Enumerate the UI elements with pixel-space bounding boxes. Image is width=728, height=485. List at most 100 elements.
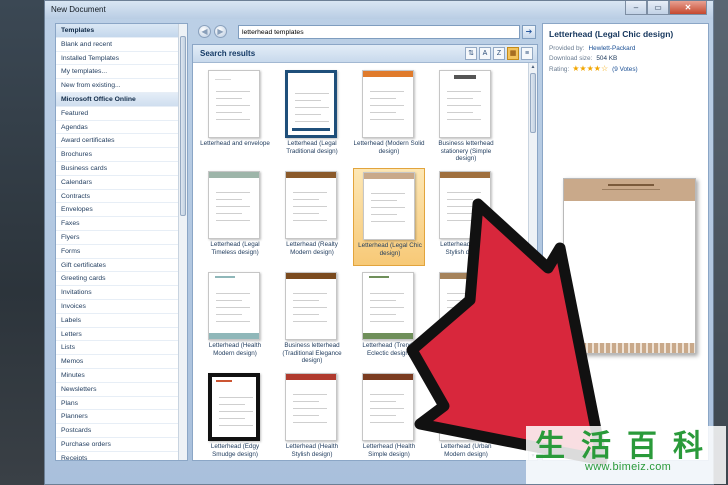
template-label: Business letterhead stationery (Simple d… (438, 140, 494, 162)
close-button[interactable]: ✕ (669, 1, 707, 15)
sidebar-item[interactable]: Planners (56, 410, 187, 425)
template-tile[interactable]: Letterhead (Health Stylish design) (276, 370, 348, 460)
sidebar-item[interactable]: Newsletters (56, 383, 187, 397)
maximize-button[interactable]: ▭ (647, 1, 669, 15)
preview-company-name (608, 184, 654, 186)
template-thumbnail (363, 172, 415, 240)
template-thumbnail (208, 373, 260, 441)
template-tile[interactable]: Letterhead (Realty Modern design) (276, 168, 348, 266)
sidebar-item[interactable]: Calendars (56, 176, 187, 190)
go-arrow-icon[interactable]: ➔ (522, 25, 536, 39)
template-tile[interactable]: Letterhead (Health Modern design) (199, 269, 271, 367)
sidebar-item[interactable]: Forms (56, 245, 187, 259)
sort-az-icon[interactable]: A (479, 47, 491, 60)
template-tile[interactable]: Letterhead (Legal Timeless design) (199, 168, 271, 266)
template-label: Letterhead (Edgy Smudge design) (210, 443, 260, 458)
new-document-dialog: New Document – ▭ ✕ Templates Blank and re… (44, 0, 714, 485)
template-tile[interactable]: Letterhead and envelope (199, 67, 271, 165)
watermark-logo: 生活百科 (535, 429, 703, 461)
sidebar-item[interactable]: New from existing... (56, 79, 187, 93)
watermark-url: www.bimeiz.com (585, 461, 672, 473)
template-label: Letterhead (Health Stylish design) (285, 443, 339, 458)
sidebar-item[interactable]: Award certificates (56, 134, 187, 149)
sidebar-item[interactable]: Letters (56, 328, 187, 342)
sidebar-item[interactable]: Flyers (56, 231, 187, 245)
sidebar-item[interactable]: Receipts (56, 452, 187, 460)
template-tile[interactable]: Letterhead (Weathered Book design) (430, 269, 502, 367)
template-label: Business letterhead (Traditional Eleganc… (282, 342, 342, 364)
download-size-value: 504 KB (596, 55, 618, 62)
sort-za-icon[interactable]: Z (493, 47, 505, 60)
sidebar-item[interactable]: Purchase orders (56, 438, 187, 452)
sidebar-item[interactable]: Faxes (56, 217, 187, 231)
sidebar-item[interactable]: My templates... (56, 65, 187, 80)
template-tile[interactable]: Letterhead (Trendy Eclectic design) (353, 269, 425, 367)
search-input[interactable] (238, 25, 520, 39)
detail-view-icon[interactable]: ≡ (521, 47, 533, 60)
template-tile[interactable]: Business letterhead stationery (Simple d… (430, 67, 502, 165)
template-label: Letterhead (Legal Timeless design) (210, 241, 260, 256)
category-items: Templates Blank and recent Installed Templ… (56, 24, 187, 460)
thumbnail-view-icon[interactable]: ▦ (507, 47, 519, 60)
sidebar-item[interactable]: Memos (56, 355, 187, 369)
template-tile[interactable]: Letterhead (Health Simple design) (353, 370, 425, 460)
template-tile[interactable]: Letterhead (Modern Solid design) (353, 67, 425, 165)
template-tile[interactable]: Letterhead (Realty Stylish design) (430, 168, 502, 266)
template-preview (563, 178, 696, 354)
sidebar-scroll-thumb[interactable] (180, 36, 186, 216)
template-details-panel: Letterhead (Legal Chic design) Provided … (542, 23, 709, 461)
template-thumbnail (208, 70, 260, 138)
sidebar-scrollbar[interactable] (178, 24, 187, 460)
forward-arrow-icon[interactable]: ▶ (214, 25, 227, 38)
rating-stars[interactable]: ★★★★☆ (572, 64, 608, 73)
title-bar: New Document – ▭ ✕ (45, 1, 713, 19)
results-scrollbar[interactable]: ▲ ▼ (528, 63, 537, 460)
template-label: Letterhead (Realty Modern design) (286, 241, 338, 256)
dialog-title: New Document (51, 5, 106, 14)
template-tile[interactable]: Letterhead (Legal Traditional design) (276, 67, 348, 165)
sidebar-item[interactable]: Greeting cards (56, 272, 187, 287)
sidebar-item[interactable]: Templates (56, 24, 187, 38)
sidebar-item[interactable]: Plans (56, 397, 187, 411)
sidebar-item[interactable]: Lists (56, 341, 187, 356)
scroll-up-icon[interactable]: ▲ (529, 63, 537, 72)
sidebar-item[interactable]: Invitations (56, 286, 187, 300)
results-scroll-thumb[interactable] (530, 73, 536, 133)
template-thumbnail (439, 272, 491, 340)
sidebar-item[interactable]: Microsoft Office Online (56, 92, 187, 107)
template-thumbnail (362, 373, 414, 441)
template-label: Letterhead (Health Modern design) (208, 342, 262, 357)
template-tile[interactable]: Letterhead (Edgy Smudge design) (199, 370, 271, 460)
sidebar-item[interactable]: Blank and recent (56, 38, 187, 52)
sidebar-item[interactable]: Labels (56, 314, 187, 328)
sidebar-item[interactable]: Minutes (56, 369, 187, 383)
sidebar-item[interactable]: Featured (56, 107, 187, 121)
template-label: Letterhead (Weathered Book design) (433, 342, 499, 357)
sidebar-item[interactable]: Agendas (56, 121, 187, 135)
template-label: Letterhead (Modern Solid design) (353, 140, 425, 155)
sidebar-item[interactable]: Brochures (56, 148, 187, 162)
sidebar-item[interactable]: Invoices (56, 300, 187, 314)
sidebar-item[interactable]: Business cards (56, 162, 187, 176)
template-label: Letterhead (Legal Traditional design) (286, 140, 338, 155)
sidebar-item[interactable]: Contracts (56, 190, 187, 204)
template-label: Letterhead (Health Simple design) (362, 443, 416, 458)
provider-link[interactable]: Hewlett-Packard (589, 45, 636, 52)
rating-label: Rating: (549, 66, 570, 73)
rating-votes: (9 Votes) (612, 66, 638, 73)
search-bar: ◀ ▶ ➔ (194, 23, 538, 41)
sidebar-item[interactable]: Gift certificates (56, 259, 187, 273)
template-tile[interactable]: Business letterhead (Traditional Eleganc… (276, 269, 348, 367)
template-thumbnail (439, 373, 491, 441)
sidebar-item[interactable]: Installed Templates (56, 52, 187, 66)
back-arrow-icon[interactable]: ◀ (198, 25, 211, 38)
sidebar-item[interactable]: Postcards (56, 424, 187, 438)
sidebar-item[interactable]: Envelopes (56, 203, 187, 218)
sort-icon[interactable]: ⇅ (465, 47, 477, 60)
minimize-button[interactable]: – (625, 1, 647, 15)
template-label: Letterhead and envelope (200, 140, 270, 147)
template-tile[interactable]: Letterhead (Legal Chic design) (353, 168, 425, 266)
template-title: Letterhead (Legal Chic design) (549, 29, 674, 39)
template-tile[interactable]: Letterhead (Urban Modern design) (430, 370, 502, 460)
template-thumbnail (285, 70, 337, 138)
